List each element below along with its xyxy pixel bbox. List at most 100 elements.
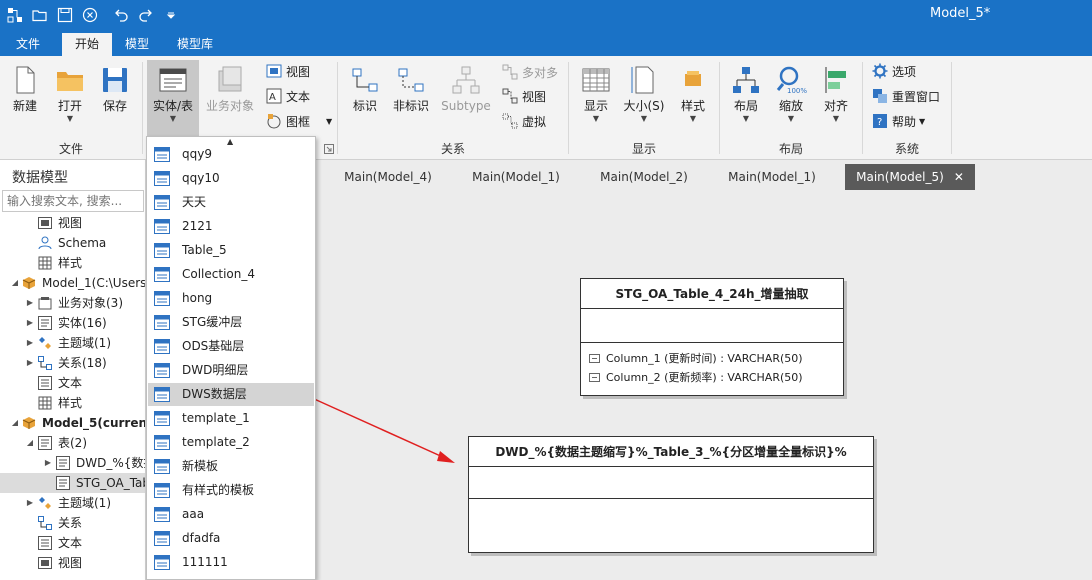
virtual-relation-button[interactable]: 虚拟 [502,111,546,131]
search-input[interactable] [2,190,144,212]
template-menu-item[interactable]: hong [148,287,314,310]
tree-item[interactable]: 文本 [0,533,145,553]
layout-button[interactable]: 布局 ▼ [724,60,768,138]
expand-arrow-icon[interactable]: ▶ [25,353,35,373]
expand-arrow-icon[interactable]: ▶ [25,493,35,513]
tree-item[interactable]: Schema [0,233,145,253]
doc-tab-model-1-second[interactable]: Main(Model_1) [714,164,830,190]
save-icon[interactable] [54,4,76,26]
reset-window-button[interactable]: 重置窗口 [872,86,940,106]
entity-table-button[interactable]: 实体/表 ▼ [147,60,199,138]
tree-item[interactable]: ▶ 主题域(1) [0,493,145,513]
tree-item[interactable]: ◢ 表(2) [0,433,145,453]
identifying-relation-button[interactable]: 标识 [343,60,387,138]
zoom-button[interactable]: 100% 缩放 ▼ [769,60,813,138]
text-icon: A [266,88,282,104]
expand-arrow-icon[interactable]: ▶ [25,313,35,333]
tree-item[interactable]: 文本 [0,373,145,393]
table-template-icon [154,147,170,162]
column-row[interactable]: Column_1 (更新时间) : VARCHAR(50) [581,349,843,368]
chevron-down-icon: ▼ [689,114,697,123]
options-button[interactable]: 选项 [872,61,916,81]
template-menu-item[interactable]: dfadfa [148,527,314,550]
doc-tab-model-4[interactable]: Main(Model_4) [330,164,446,190]
non-identifying-relation-button[interactable]: 非标识 [389,60,433,138]
doc-tab-model-5[interactable]: Main(Model_5) ✕ [845,164,975,190]
template-menu-item[interactable]: Table_5 [148,239,314,262]
tree-item[interactable]: ▶ 关系(18) [0,353,145,373]
tree-item[interactable]: ◢ Model_1(C:\Users\ [0,273,145,293]
subtype-button[interactable]: Subtype [440,60,492,138]
collapse-arrow-icon[interactable]: ◢ [10,273,20,293]
align-button[interactable]: 对齐 ▼ [814,60,858,138]
column-row[interactable]: Column_2 (更新频率) : VARCHAR(50) [581,368,843,387]
template-menu-item[interactable]: STG缓冲层 [148,311,314,334]
doc-tab-model-2[interactable]: Main(Model_2) [586,164,702,190]
template-menu-item[interactable]: Collection_4 [148,263,314,286]
template-menu-label: 111111 [182,555,228,569]
size-button[interactable]: 大小(S) ▼ [620,60,668,138]
business-object-button[interactable]: 业务对象 [203,60,257,138]
dialog-launcher-icon[interactable] [324,144,334,154]
expand-arrow-icon[interactable]: ▶ [25,333,35,353]
template-menu-item[interactable]: template_2 [148,431,314,454]
entity-template-dropdown: ▲ qqy9 qqy10 天天 2121 Table_5 Collection_4 hong… [146,136,316,580]
template-menu-item[interactable]: aaa [148,503,314,526]
tree-item[interactable]: ▶ 主题域(1) [0,333,145,353]
template-menu-label: hong [182,291,213,305]
tree-item[interactable]: ▶ DWD_%{数据 [0,453,145,473]
template-menu-item[interactable]: qqy10 [148,167,314,190]
entity-dwd-table[interactable]: DWD_%{数据主题缩写}%_Table_3_%{分区增量全量标识}% [468,436,874,553]
template-menu-item[interactable]: 新模板 [148,455,314,478]
tree-item[interactable]: 视图 [0,553,145,573]
customize-qat-icon[interactable] [160,4,182,26]
template-menu-item[interactable]: 111111 [148,551,314,574]
template-menu-item[interactable]: template_1 [148,407,314,430]
template-menu-item[interactable]: ODS基础层 [148,335,314,358]
tab-file[interactable]: 文件 [6,33,50,56]
open-button[interactable]: 打开 ▼ [48,60,92,138]
collapse-arrow-icon[interactable]: ◢ [10,413,20,433]
tree-item[interactable]: ▶ 业务对象(3) [0,293,145,313]
close-circle-icon[interactable] [79,4,101,26]
table-template-icon [154,339,170,354]
expand-arrow-icon[interactable]: ▶ [25,293,35,313]
template-menu-item[interactable]: 有样式的模板 [148,479,314,502]
tree-item[interactable]: 关系 [0,513,145,533]
frame-button[interactable]: 图框 ▼ [266,111,332,131]
new-button[interactable]: 新建 [3,60,47,138]
expand-arrow-icon[interactable]: ▶ [43,453,53,473]
entity-attribute-section [469,499,873,551]
template-menu-item[interactable]: qqy9 [148,143,314,166]
tree-item[interactable]: ▶ 实体(16) [0,313,145,333]
entity-stg-oa-table[interactable]: STG_OA_Table_4_24h_增量抽取 Column_1 (更新时间) … [580,278,844,396]
template-menu-item[interactable]: DWD明细层 [148,359,314,382]
help-button[interactable]: ? 帮助 ▼ [872,111,925,131]
display-button[interactable]: 显示 ▼ [574,60,618,138]
table-template-icon [154,459,170,474]
open-folder-icon[interactable] [29,4,51,26]
tab-model[interactable]: 模型 [114,33,160,56]
template-menu-item[interactable]: DWS数据层 [148,383,314,406]
template-menu-item[interactable]: 2121 [148,215,314,238]
tree-item[interactable]: ◢ Model_5(current) [0,413,145,433]
template-menu-item[interactable]: 天天 [148,191,314,214]
tree-item[interactable]: 样式 [0,253,145,273]
collapse-arrow-icon[interactable]: ◢ [25,433,35,453]
tree-item[interactable]: 视图 [0,213,145,233]
tree-item[interactable]: 样式 [0,393,145,413]
close-icon[interactable]: ✕ [954,170,964,184]
style-button[interactable]: 样式 ▼ [671,60,715,138]
doc-tab-model-1[interactable]: Main(Model_1) [458,164,574,190]
redo-icon[interactable] [135,4,157,26]
save-button[interactable]: 保存 [93,60,137,138]
undo-icon[interactable] [110,4,132,26]
view-button[interactable]: 视图 [266,61,310,81]
many-to-many-button[interactable]: 多对多 [502,62,558,82]
tab-home[interactable]: 开始 [62,33,112,56]
app-icon[interactable] [4,4,26,26]
text-button[interactable]: A 文本 [266,86,310,106]
view-relation-button[interactable]: 视图 [502,86,546,106]
tab-model-library[interactable]: 模型库 [166,33,224,56]
tree-item[interactable]: STG_OA_Tab [0,473,145,493]
